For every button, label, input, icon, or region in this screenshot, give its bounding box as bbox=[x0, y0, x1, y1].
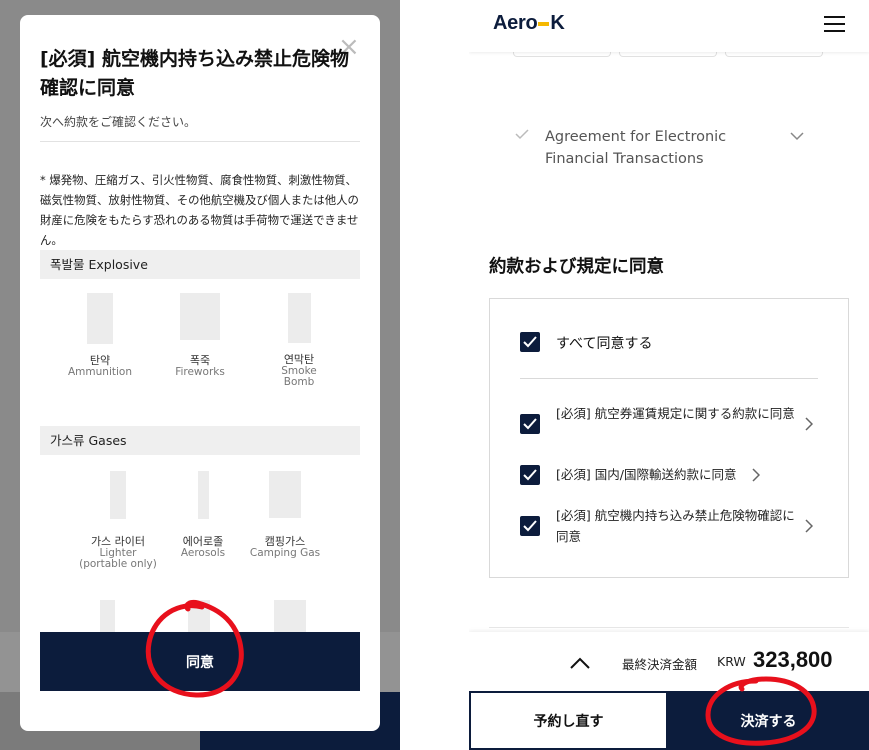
terms-section-title: 約款および規定に同意 bbox=[489, 257, 664, 277]
checkmark-icon[interactable] bbox=[515, 128, 529, 142]
chevron-right-icon[interactable] bbox=[752, 468, 760, 482]
item-ammunition: 탄약 Ammunition bbox=[50, 293, 150, 378]
terms-checkbox-dangerous-goods[interactable] bbox=[520, 516, 540, 536]
aerosol-icon bbox=[197, 471, 209, 519]
payment-screen: Aero K Agreement for Electronic Financial… bbox=[469, 0, 869, 750]
app-header: Aero K bbox=[469, 0, 869, 52]
agree-all-label[interactable]: すべて同意する bbox=[556, 333, 652, 353]
item-fireworks: 폭죽 Fireworks bbox=[150, 293, 250, 378]
item-label-en: Ammunition bbox=[68, 366, 132, 378]
terms-label-fare-rules[interactable]: [必須] 航空券運賃規定に関する約款に同意 bbox=[556, 403, 796, 424]
checkmark-icon bbox=[523, 469, 537, 481]
divider bbox=[489, 627, 849, 628]
dangerous-goods-modal: × [必須] 航空機内持ち込み禁止危険物確認に同意 次へ約款をご確認ください。 … bbox=[20, 15, 380, 731]
logo-text: Aero bbox=[493, 12, 538, 34]
category-header-gases: 가스류 Gases bbox=[40, 426, 360, 455]
aerok-logo[interactable]: Aero K bbox=[493, 12, 565, 35]
currency-label: KRW bbox=[717, 654, 746, 669]
total-amount: 323,800 bbox=[753, 647, 833, 672]
item-label-en: Fireworks bbox=[175, 366, 225, 378]
agree-all-checkbox[interactable] bbox=[520, 332, 540, 352]
modal-subtitle: 次へ約款をご確認ください。 bbox=[40, 115, 197, 129]
logo-text: K bbox=[550, 12, 565, 34]
item-label-en: Smoke Bomb bbox=[281, 365, 317, 388]
hamburger-menu-icon[interactable] bbox=[824, 16, 845, 32]
panel-gap bbox=[400, 0, 469, 750]
ammunition-icon bbox=[87, 293, 113, 344]
item-icon-partial bbox=[188, 600, 210, 635]
chevron-right-icon[interactable] bbox=[805, 519, 813, 533]
screenshot-composite: × [必須] 航空機内持ち込み禁止危険物確認に同意 次へ約款をご確認ください。 … bbox=[0, 0, 869, 750]
item-icon-partial bbox=[274, 600, 306, 635]
efta-agreement-label[interactable]: Agreement for Electronic Financial Trans… bbox=[545, 126, 745, 170]
checkmark-icon bbox=[523, 520, 537, 532]
payment-footer: 最終決済金額 KRW 323,800 予約し直す 決済する bbox=[469, 632, 869, 750]
item-smoke-bomb: 연막탄 Smoke Bomb bbox=[249, 293, 349, 388]
smoke-bomb-icon bbox=[287, 293, 311, 343]
terms-label-carriage[interactable]: [必須] 国内/国際輸送約款に同意 bbox=[556, 464, 736, 485]
chevron-right-icon[interactable] bbox=[805, 417, 813, 431]
chevron-down-icon[interactable] bbox=[790, 131, 804, 141]
total-amount-label: 最終決済金額 bbox=[622, 657, 698, 672]
lighter-icon bbox=[110, 471, 126, 519]
category-header-explosive: 폭발물 Explosive bbox=[40, 250, 360, 279]
chevron-up-icon[interactable] bbox=[570, 657, 590, 669]
checkmark-icon bbox=[523, 418, 537, 430]
terms-checkbox-fare-rules[interactable] bbox=[520, 414, 540, 434]
divider bbox=[40, 141, 360, 142]
terms-label-dangerous-goods[interactable]: [必須] 航空機内持ち込み禁止危険物確認に同意 bbox=[556, 505, 796, 547]
pay-button[interactable]: 決済する bbox=[668, 691, 869, 750]
camping-gas-icon bbox=[269, 471, 301, 518]
fireworks-icon bbox=[180, 293, 220, 340]
item-camping-gas: 캠핑가스 Camping Gas bbox=[235, 471, 335, 559]
modal-screen: × [必須] 航空機内持ち込み禁止危険物確認に同意 次へ約款をご確認ください。 … bbox=[0, 0, 400, 750]
divider bbox=[520, 378, 818, 379]
item-label-en: Camping Gas bbox=[249, 547, 321, 559]
modal-title: [必須] 航空機内持ち込み禁止危険物確認に同意 bbox=[40, 48, 349, 99]
item-icon-partial bbox=[100, 600, 115, 635]
rebook-button[interactable]: 予約し直す bbox=[469, 691, 668, 750]
checkmark-icon bbox=[523, 336, 537, 348]
item-label-en: Lighter (portable only) bbox=[79, 547, 157, 570]
agree-button[interactable]: 同意 bbox=[40, 632, 360, 691]
dangerous-goods-notice: * 爆発物、圧縮ガス、引火性物質、腐食性物質、刺激性物質、磁気性物質、放射性物質… bbox=[40, 173, 359, 247]
terms-checkbox-carriage[interactable] bbox=[520, 465, 540, 485]
